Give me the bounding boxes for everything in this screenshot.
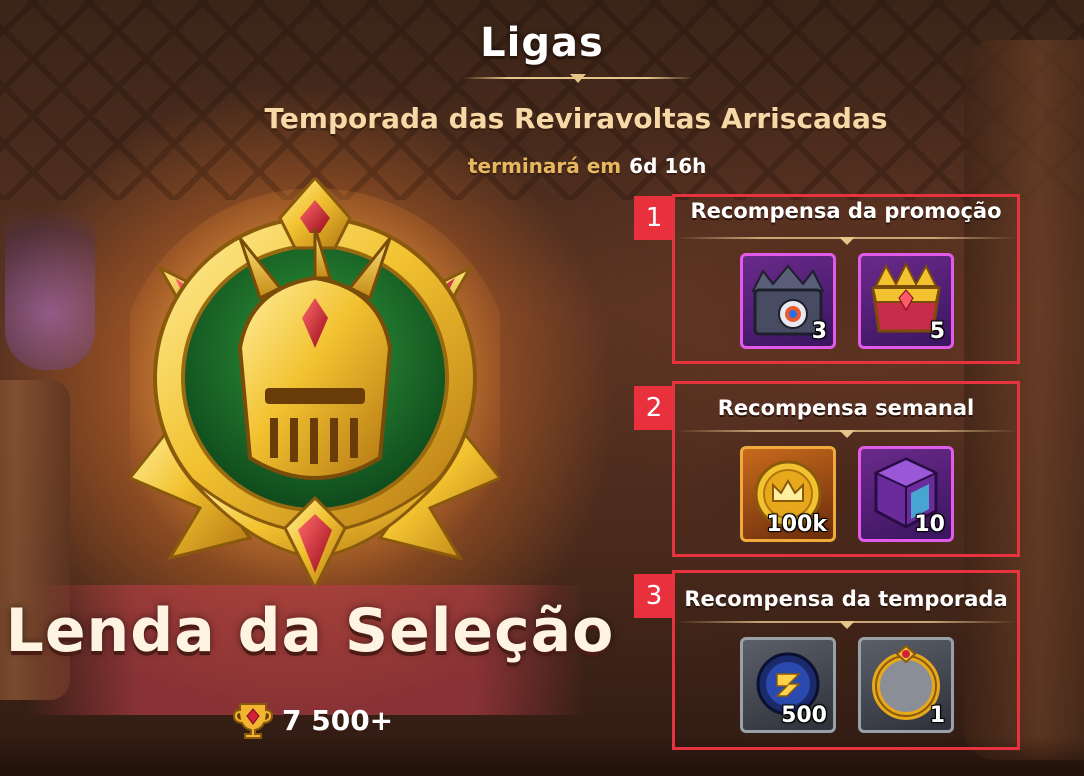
league-emblem-icon: [115, 175, 515, 598]
promotion-reward-panel: Recompensa da promoção 3 5: [672, 194, 1020, 364]
season-reward-item-2[interactable]: 1: [858, 637, 954, 733]
season-reward-item-1-qty: 500: [781, 703, 827, 728]
trophy-icon: [232, 700, 274, 740]
season-reward-panel: Recompensa da temporada 500 1: [672, 570, 1020, 750]
weekly-reward-item-1-qty: 100k: [766, 512, 827, 537]
background-potion-bottle: [5, 180, 95, 370]
weekly-reward-item-2-qty: 10: [914, 512, 945, 537]
reward-marker-3: 3: [634, 574, 674, 618]
weekly-reward-item-1[interactable]: 100k: [740, 446, 836, 542]
promotion-reward-item-2-qty: 5: [929, 319, 945, 344]
page-title: Ligas: [480, 20, 604, 66]
trophy-requirement: 7 500+: [232, 700, 393, 740]
season-timer-label: terminará em: [468, 154, 622, 178]
season-name: Temporada das Reviravoltas Arriscadas: [264, 102, 888, 135]
panel-divider-notch: [839, 430, 855, 438]
season-timer: terminará em 6d 16h: [468, 154, 706, 178]
promotion-reward-title: Recompensa da promoção: [690, 199, 1002, 223]
weekly-reward-panel: Recompensa semanal 100k 10: [672, 381, 1020, 557]
trophy-count: 7 500+: [282, 703, 394, 737]
promotion-reward-item-1[interactable]: 3: [740, 253, 836, 349]
season-reward-title: Recompensa da temporada: [684, 587, 1008, 611]
weekly-reward-title: Recompensa semanal: [717, 396, 975, 420]
weekly-reward-item-2[interactable]: 10: [858, 446, 954, 542]
season-reward-item-2-qty: 1: [929, 703, 945, 728]
promotion-reward-item-2[interactable]: 5: [858, 253, 954, 349]
promotion-reward-item-1-qty: 3: [811, 319, 827, 344]
panel-divider-notch: [839, 237, 855, 245]
title-divider-notch: [570, 74, 586, 83]
panel-divider-notch: [839, 621, 855, 629]
reward-marker-1: 1: [634, 196, 674, 240]
reward-marker-2: 2: [634, 386, 674, 430]
season-timer-value: 6d 16h: [629, 154, 707, 178]
season-reward-item-1[interactable]: 500: [740, 637, 836, 733]
league-name: Lenda da Seleção: [5, 596, 615, 666]
